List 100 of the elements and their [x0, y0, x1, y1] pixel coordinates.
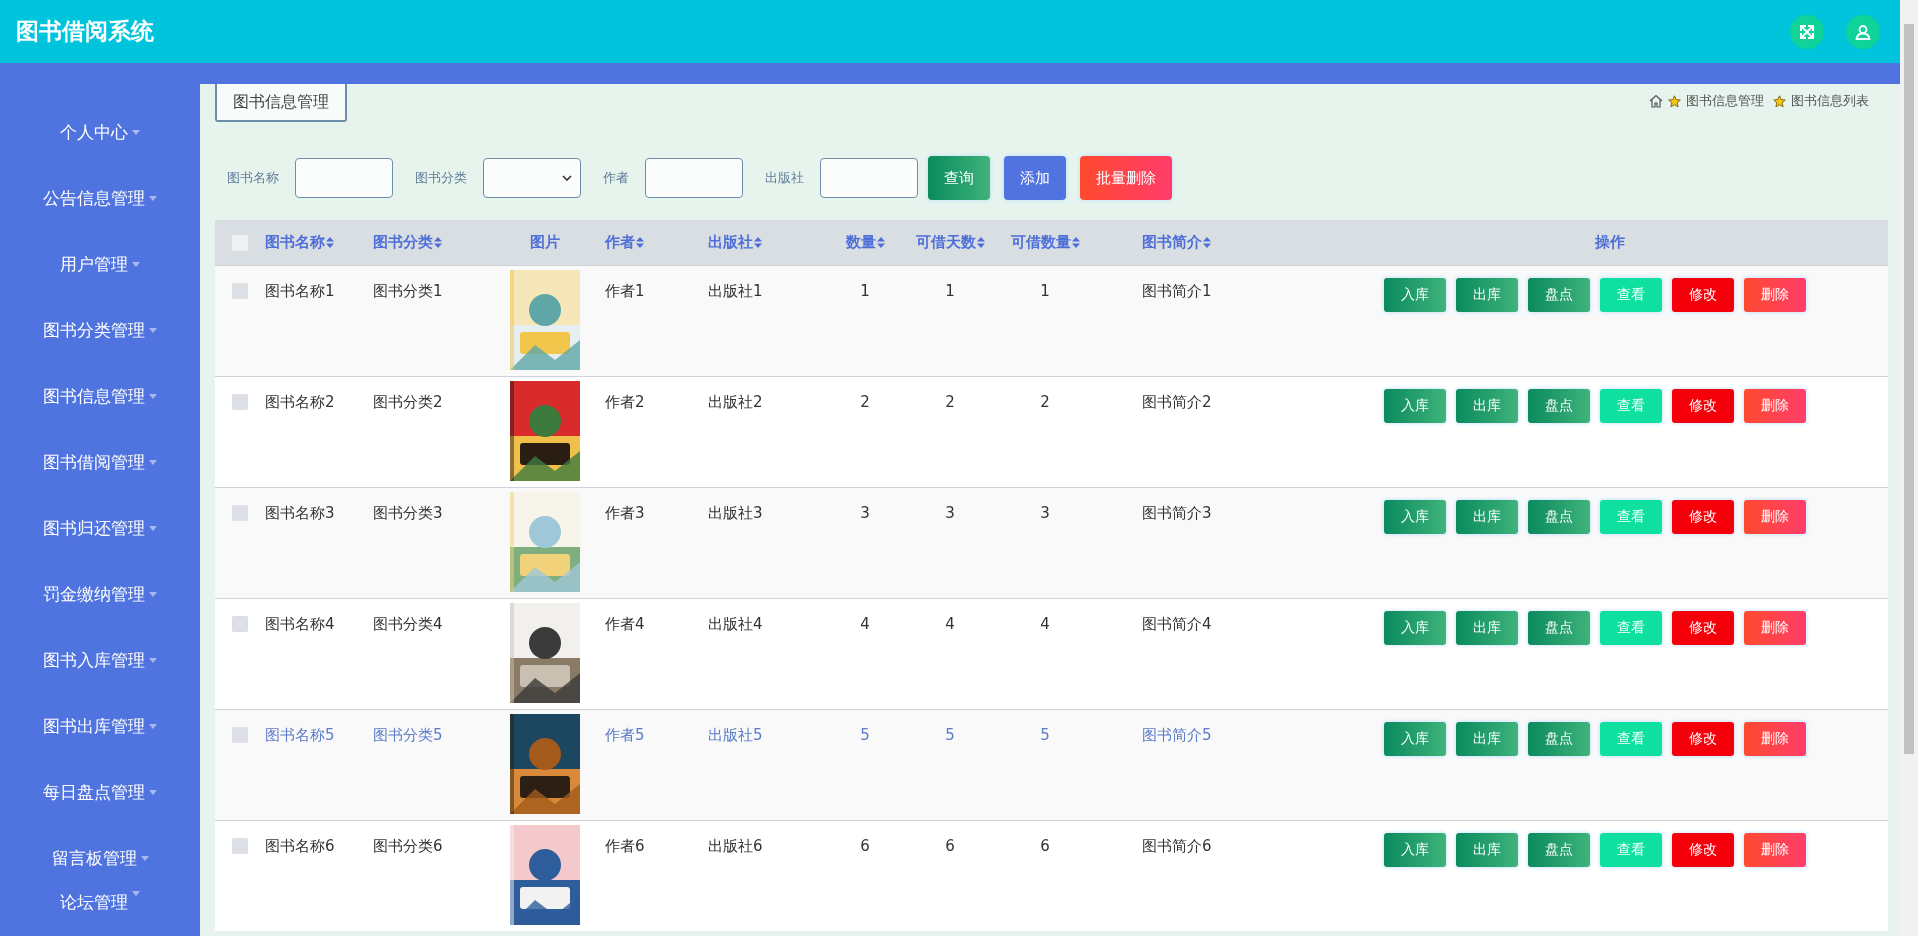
- chevron-down-icon: [562, 175, 572, 181]
- column-header[interactable]: 作者: [605, 233, 644, 253]
- checkbox[interactable]: [232, 394, 248, 410]
- action-button[interactable]: 入库: [1384, 832, 1446, 867]
- column-header[interactable]: 可借天数: [915, 233, 985, 253]
- action-button[interactable]: 盘点: [1528, 277, 1590, 312]
- delete-button[interactable]: 删除: [1744, 388, 1806, 423]
- caret-icon: [149, 591, 157, 597]
- sort-icon: [1203, 237, 1211, 249]
- edit-button[interactable]: 修改: [1672, 721, 1734, 756]
- caret-icon: [149, 657, 157, 663]
- breadcrumb-link[interactable]: 图书信息列表: [1791, 92, 1869, 110]
- sort-icon: [976, 237, 985, 249]
- table-cell: 出版社2: [708, 392, 763, 411]
- table-cell: 作者1: [605, 281, 645, 300]
- delete-button[interactable]: 删除: [1744, 277, 1806, 312]
- sidebar-item[interactable]: 罚金缴纳管理: [0, 561, 200, 627]
- sidebar-item[interactable]: 每日盘点管理: [0, 759, 200, 825]
- breadcrumb-link[interactable]: 图书信息管理: [1686, 92, 1764, 110]
- sidebar-item[interactable]: 论坛管理: [0, 891, 200, 913]
- action-button[interactable]: 出库: [1456, 832, 1518, 867]
- action-button[interactable]: 出库: [1456, 721, 1518, 756]
- caret-icon: [149, 723, 157, 729]
- action-button[interactable]: 盘点: [1528, 388, 1590, 423]
- edit-button[interactable]: 修改: [1672, 832, 1734, 867]
- sidebar-item[interactable]: 个人中心: [0, 99, 200, 165]
- table-cell: 6: [860, 836, 870, 855]
- delete-button[interactable]: 批量删除: [1080, 156, 1172, 200]
- input-field[interactable]: [645, 158, 743, 198]
- input-field[interactable]: [820, 158, 918, 198]
- caret-icon: [140, 855, 149, 861]
- edit-button[interactable]: 修改: [1672, 388, 1734, 423]
- sidebar-item[interactable]: 用户管理: [0, 231, 200, 297]
- sidebar-item[interactable]: 公告信息管理: [0, 165, 200, 231]
- action-button[interactable]: 出库: [1456, 277, 1518, 312]
- table-cell: 2: [1040, 392, 1050, 411]
- table-cell: 1: [860, 281, 870, 300]
- table-cell: 3: [860, 503, 870, 522]
- column-header: 图片: [530, 233, 560, 253]
- checkbox[interactable]: [232, 727, 248, 743]
- table-cell: 图书简介6: [1142, 836, 1212, 855]
- action-button[interactable]: 入库: [1384, 499, 1446, 534]
- add-button[interactable]: 添加: [1004, 156, 1066, 200]
- table-cell: 图书名称1: [265, 281, 335, 300]
- checkbox[interactable]: [232, 838, 248, 854]
- sidebar-item[interactable]: 图书出库管理: [0, 693, 200, 759]
- edit-button[interactable]: 修改: [1672, 610, 1734, 645]
- edit-button[interactable]: 修改: [1672, 499, 1734, 534]
- column-header[interactable]: 可借数量: [1010, 233, 1080, 253]
- search-button[interactable]: 查询: [928, 156, 990, 200]
- table-cell: 6: [1040, 836, 1050, 855]
- caret-icon: [132, 129, 140, 135]
- action-button[interactable]: 盘点: [1528, 832, 1590, 867]
- caret-icon: [149, 393, 157, 399]
- action-button[interactable]: 入库: [1384, 388, 1446, 423]
- delete-button[interactable]: 删除: [1744, 721, 1806, 756]
- table-cell: 出版社4: [708, 614, 763, 633]
- action-button[interactable]: 出库: [1456, 499, 1518, 534]
- edit-button[interactable]: 修改: [1672, 277, 1734, 312]
- table-cell: 图书名称4: [265, 614, 335, 633]
- action-button[interactable]: 盘点: [1528, 721, 1590, 756]
- action-button[interactable]: 出库: [1456, 388, 1518, 423]
- scrollbar[interactable]: [1900, 0, 1918, 936]
- table-cell: 出版社3: [708, 503, 763, 522]
- checkbox[interactable]: [232, 283, 248, 299]
- column-header[interactable]: 出版社: [708, 233, 762, 253]
- column-header[interactable]: 图书分类: [373, 233, 442, 253]
- table-cell: 图书分类1: [373, 281, 443, 300]
- input-field[interactable]: [295, 158, 393, 198]
- scrollbar-thumb[interactable]: [1904, 24, 1914, 754]
- delete-button[interactable]: 删除: [1744, 499, 1806, 534]
- table-cell: 图书分类4: [373, 614, 443, 633]
- page-tab[interactable]: 图书信息管理: [215, 84, 347, 122]
- delete-button[interactable]: 删除: [1744, 610, 1806, 645]
- sort-icon: [876, 237, 885, 249]
- action-button[interactable]: 盘点: [1528, 610, 1590, 645]
- sidebar-item[interactable]: 图书借阅管理: [0, 429, 200, 495]
- action-button[interactable]: 出库: [1456, 610, 1518, 645]
- action-button[interactable]: 入库: [1384, 610, 1446, 645]
- fullscreen-button[interactable]: [1790, 14, 1824, 49]
- sidebar-item[interactable]: 图书分类管理: [0, 297, 200, 363]
- user-button[interactable]: [1846, 14, 1880, 49]
- table-cell: 出版社1: [708, 281, 763, 300]
- action-button[interactable]: 入库: [1384, 277, 1446, 312]
- sidebar-item[interactable]: 留言板管理: [0, 825, 200, 891]
- column-header[interactable]: 图书名称: [265, 233, 334, 253]
- table-cell: 4: [1040, 614, 1050, 633]
- home-icon[interactable]: [1649, 94, 1663, 108]
- sidebar-item[interactable]: 图书信息管理: [0, 363, 200, 429]
- column-header[interactable]: 图书简介: [1142, 233, 1211, 253]
- column-header[interactable]: 数量: [845, 233, 885, 253]
- checkbox[interactable]: [232, 616, 248, 632]
- sidebar-item[interactable]: 图书归还管理: [0, 495, 200, 561]
- select-field[interactable]: [483, 158, 581, 198]
- user-icon: [1855, 23, 1871, 40]
- action-button[interactable]: 盘点: [1528, 499, 1590, 534]
- sidebar-item[interactable]: 图书入库管理: [0, 627, 200, 693]
- checkbox[interactable]: [232, 505, 248, 521]
- delete-button[interactable]: 删除: [1744, 832, 1806, 867]
- action-button[interactable]: 入库: [1384, 721, 1446, 756]
